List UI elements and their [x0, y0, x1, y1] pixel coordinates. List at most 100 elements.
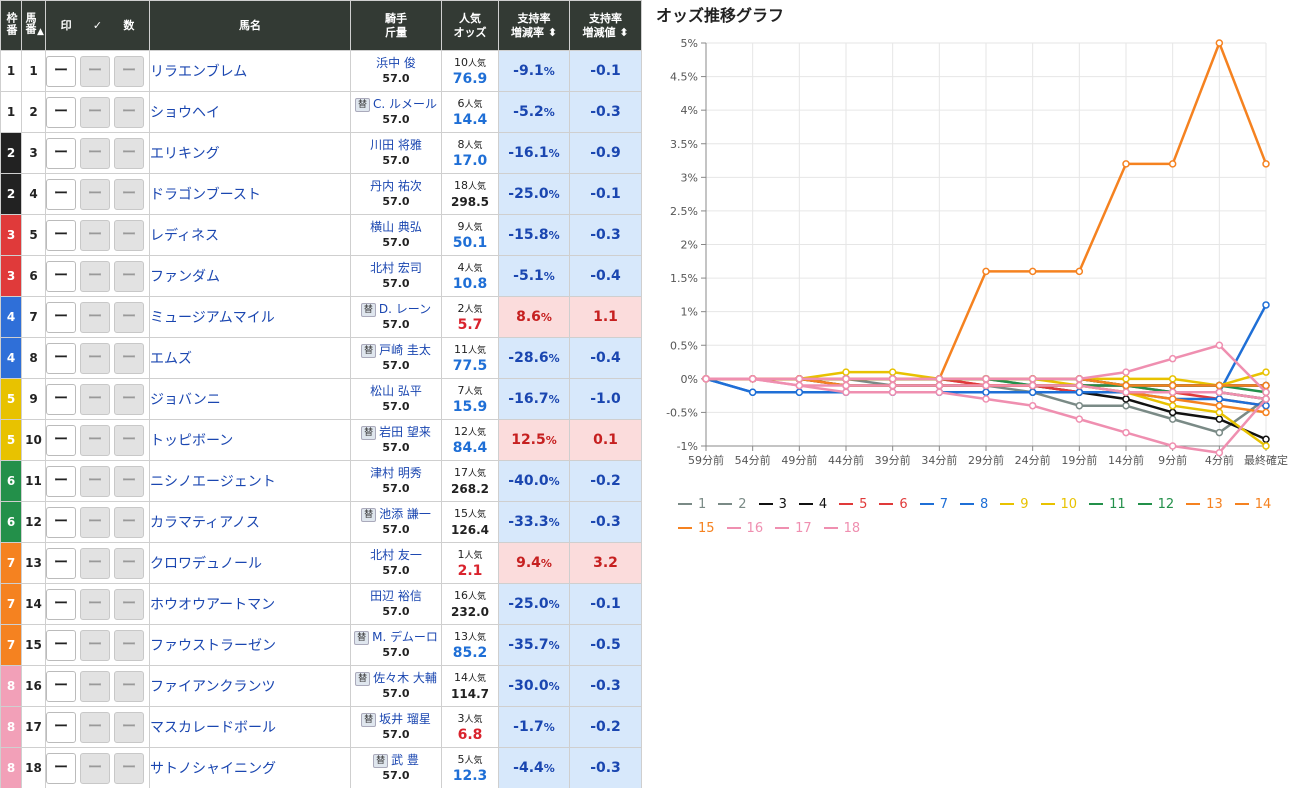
legend-item[interactable]: 18	[823, 516, 860, 540]
data-point[interactable]	[1215, 448, 1224, 457]
count-button[interactable]: ー	[114, 260, 144, 292]
check-button[interactable]: ー	[80, 711, 110, 743]
mark-button[interactable]: ー	[46, 137, 76, 169]
check-button[interactable]: ー	[80, 670, 110, 702]
jockey-link[interactable]: 岩田 望来	[379, 425, 431, 439]
data-point[interactable]	[1215, 381, 1224, 390]
data-point[interactable]	[982, 375, 990, 383]
mark-button[interactable]: ー	[46, 670, 76, 702]
count-button[interactable]: ー	[114, 506, 144, 538]
data-point[interactable]	[888, 368, 897, 376]
data-point[interactable]	[1075, 375, 1084, 383]
count-button[interactable]: ー	[114, 383, 144, 415]
data-point[interactable]	[1215, 401, 1224, 410]
horse-name-link[interactable]: カラマティアノス	[149, 501, 351, 543]
mark-button[interactable]: ー	[46, 424, 76, 456]
data-point[interactable]	[1262, 381, 1270, 390]
check-button[interactable]: ー	[80, 96, 110, 128]
data-point[interactable]	[1168, 408, 1177, 417]
data-point[interactable]	[1168, 388, 1177, 397]
check-button[interactable]: ー	[80, 219, 110, 251]
data-point[interactable]	[842, 375, 850, 383]
horse-name-link[interactable]: ジョバンニ	[149, 378, 351, 420]
check-button[interactable]: ー	[80, 55, 110, 87]
jockey-link[interactable]: D. レーン	[379, 302, 431, 316]
data-point[interactable]	[888, 381, 897, 390]
count-button[interactable]: ー	[114, 342, 144, 374]
count-button[interactable]: ー	[114, 752, 144, 784]
legend-item[interactable]: 9	[1000, 492, 1029, 516]
data-point[interactable]	[1122, 381, 1130, 390]
legend-item[interactable]: 8	[959, 492, 988, 516]
data-point[interactable]	[1075, 415, 1084, 423]
jockey-link[interactable]: 浜中 俊	[376, 56, 416, 70]
data-point[interactable]	[1262, 388, 1270, 397]
data-point[interactable]	[1075, 267, 1084, 276]
check-button[interactable]: ー	[80, 547, 110, 579]
horse-name-link[interactable]: サトノシャイニング	[149, 747, 351, 788]
check-button[interactable]: ー	[80, 383, 110, 415]
legend-item[interactable]: 1	[678, 492, 706, 516]
data-point[interactable]	[1215, 388, 1224, 397]
mark-button[interactable]: ー	[46, 752, 76, 784]
data-point[interactable]	[935, 375, 944, 383]
jockey-link[interactable]: 北村 宏司	[370, 261, 422, 275]
legend-item[interactable]: 7	[919, 492, 948, 516]
check-button[interactable]: ー	[80, 342, 110, 374]
jockey-link[interactable]: 横山 典弘	[370, 220, 422, 234]
legend-item[interactable]: 12	[1137, 492, 1174, 516]
jockey-link[interactable]: 田辺 裕信	[370, 589, 422, 603]
data-point[interactable]	[1122, 401, 1130, 410]
data-point[interactable]	[748, 388, 757, 397]
data-point[interactable]	[1215, 415, 1224, 423]
check-button[interactable]: ー	[80, 301, 110, 333]
data-point[interactable]	[1122, 388, 1130, 397]
mark-button[interactable]: ー	[46, 219, 76, 251]
jockey-link[interactable]: C. ルメール	[373, 97, 437, 111]
legend-item[interactable]: 6	[879, 492, 908, 516]
horse-name-link[interactable]: エムズ	[149, 337, 351, 379]
count-button[interactable]: ー	[114, 424, 144, 456]
horse-name-link[interactable]: レディネス	[149, 214, 351, 256]
data-point[interactable]	[748, 375, 757, 383]
legend-item[interactable]: 5	[839, 492, 867, 516]
data-point[interactable]	[982, 388, 990, 397]
count-button[interactable]: ー	[114, 629, 144, 661]
data-point[interactable]	[935, 388, 944, 397]
count-button[interactable]: ー	[114, 178, 144, 210]
jockey-link[interactable]: 武 豊	[391, 753, 419, 767]
data-point[interactable]	[1168, 160, 1177, 168]
data-point[interactable]	[1122, 160, 1130, 168]
data-point[interactable]	[702, 375, 710, 383]
mark-button[interactable]: ー	[46, 260, 76, 292]
data-point[interactable]	[1262, 435, 1270, 444]
count-button[interactable]: ー	[114, 96, 144, 128]
legend-item[interactable]: 2	[718, 492, 747, 516]
data-point[interactable]	[982, 267, 990, 276]
count-button[interactable]: ー	[114, 219, 144, 251]
data-point[interactable]	[1028, 375, 1037, 383]
legend-item[interactable]: 15	[678, 516, 715, 540]
header-umaban[interactable]: 馬番▲	[21, 0, 46, 51]
horse-name-link[interactable]: ホウオウアートマン	[149, 583, 351, 625]
count-button[interactable]: ー	[114, 465, 144, 497]
data-point[interactable]	[982, 381, 990, 390]
data-point[interactable]	[1075, 381, 1084, 390]
jockey-link[interactable]: 丹内 祐次	[370, 179, 422, 193]
mark-button[interactable]: ー	[46, 96, 76, 128]
check-button[interactable]: ー	[80, 588, 110, 620]
data-point[interactable]	[1122, 428, 1130, 437]
jockey-link[interactable]: 戸崎 圭太	[379, 343, 431, 357]
check-button[interactable]: ー	[80, 260, 110, 292]
data-point[interactable]	[1028, 267, 1037, 276]
data-point[interactable]	[935, 381, 944, 390]
data-point[interactable]	[1168, 375, 1177, 383]
jockey-link[interactable]: 北村 友一	[370, 548, 422, 562]
horse-name-link[interactable]: トッピボーン	[149, 419, 351, 461]
data-point[interactable]	[1122, 395, 1130, 403]
check-button[interactable]: ー	[80, 465, 110, 497]
mark-button[interactable]: ー	[46, 547, 76, 579]
horse-name-link[interactable]: マスカレードボール	[149, 706, 351, 748]
data-point[interactable]	[1168, 381, 1177, 390]
jockey-link[interactable]: 松山 弘平	[370, 384, 422, 398]
